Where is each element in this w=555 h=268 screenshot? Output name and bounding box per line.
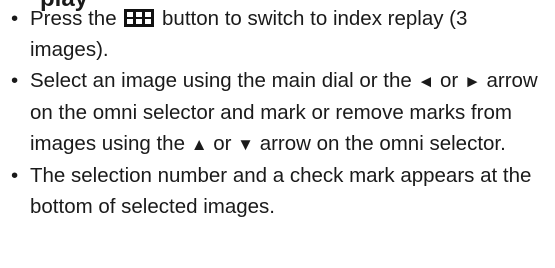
bullet-glyph: • <box>11 7 19 30</box>
item-text: The selection number and a check mark ap… <box>30 164 532 218</box>
list-item: • Select an image using the main dial or… <box>11 65 551 160</box>
bullet-glyph: • <box>11 69 19 92</box>
item-text: or <box>213 132 232 155</box>
up-arrow-icon: ▲ <box>190 135 208 154</box>
item-text: or <box>440 69 459 92</box>
right-arrow-icon: ► <box>463 72 481 91</box>
item-text: arrow on the omni selector. <box>259 132 506 155</box>
down-arrow-icon: ▼ <box>237 135 254 154</box>
index-replay-icon <box>124 9 155 27</box>
left-arrow-icon: ◄ <box>417 72 435 91</box>
bullet-glyph: • <box>11 164 19 187</box>
instruction-list: • Press the button to switch to index re… <box>11 3 551 222</box>
item-text: Select an image using the main dial or t… <box>30 69 412 92</box>
list-item: • The selection number and a check mark … <box>11 160 551 222</box>
list-item: • Press the button to switch to index re… <box>11 3 551 65</box>
item-text-prefix: Press the <box>30 7 117 30</box>
